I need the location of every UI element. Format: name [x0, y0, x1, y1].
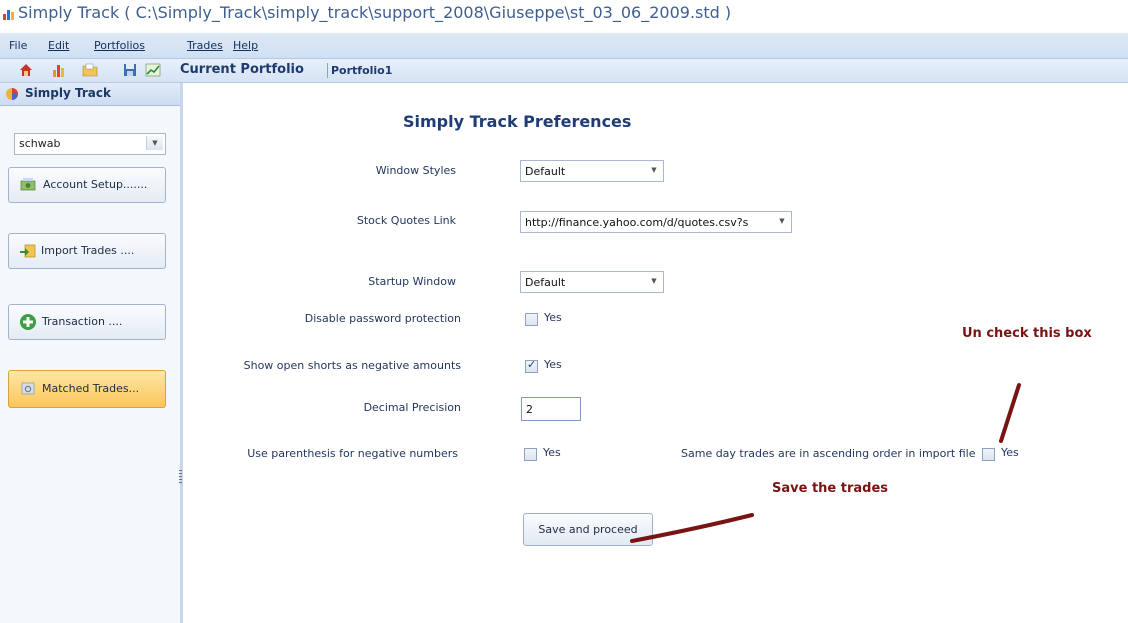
- annotation-arrows: [630, 383, 1021, 543]
- annotation-arrow-save: [630, 513, 754, 543]
- annotation-arrow-uncheck: [999, 383, 1021, 443]
